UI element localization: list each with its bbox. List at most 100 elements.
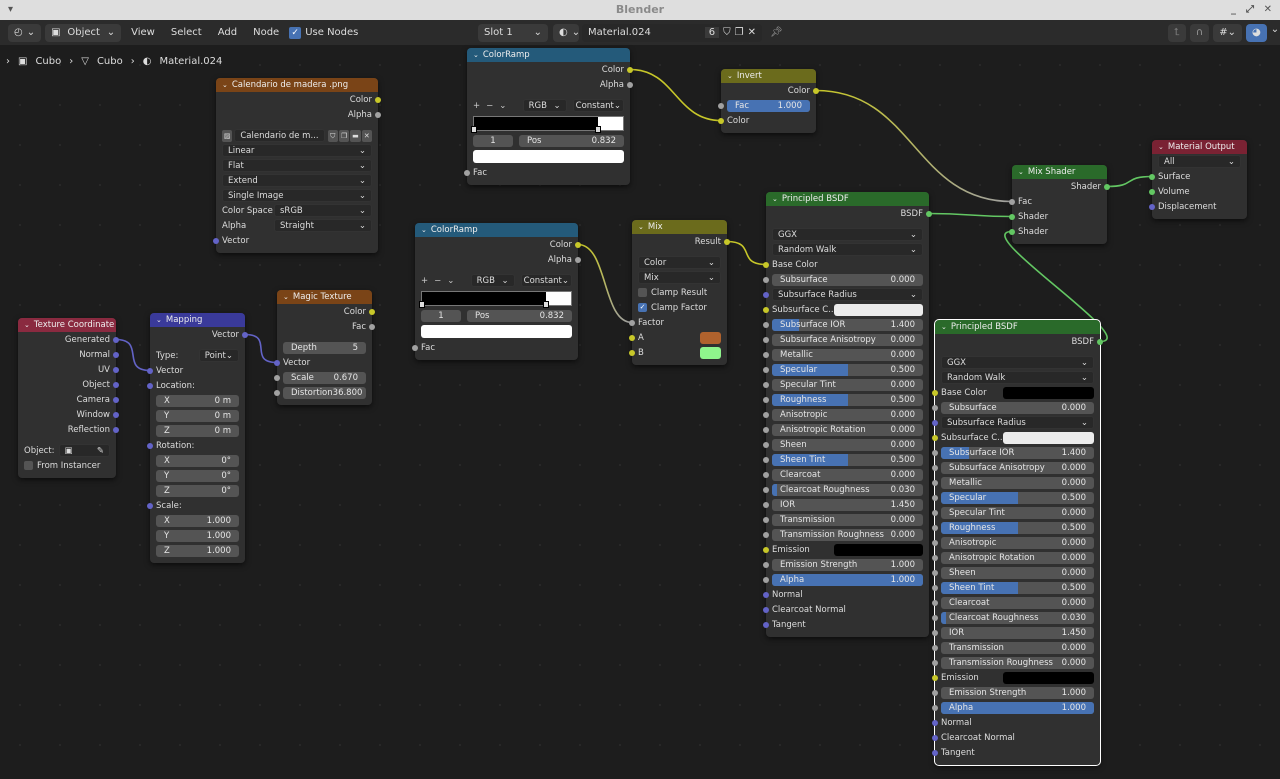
node-header[interactable]: ⌄ Calendario de madera .png [216, 78, 378, 92]
float-socket[interactable] [763, 351, 769, 358]
float-socket[interactable] [932, 404, 938, 411]
number-field[interactable]: Anisotropic 0.000 [772, 408, 923, 421]
vector-socket[interactable] [147, 382, 153, 389]
stop-index-field[interactable]: 1 [473, 134, 513, 147]
number-field[interactable]: Depth 5 [283, 341, 366, 354]
float-socket[interactable] [763, 456, 769, 463]
float-socket[interactable] [932, 584, 938, 591]
float-socket[interactable] [932, 524, 938, 531]
float-socket[interactable] [629, 319, 635, 326]
float-socket[interactable] [627, 81, 633, 88]
remove-stop-icon[interactable]: − [486, 101, 493, 111]
dropdown[interactable]: GGX ⌄ [772, 228, 923, 241]
float-socket[interactable] [932, 659, 938, 666]
number-field[interactable]: Sheen Tint 0.500 [941, 581, 1094, 594]
float-socket[interactable] [763, 441, 769, 448]
vector-socket[interactable] [113, 351, 119, 358]
chevron-down-icon[interactable]: ⌄ [727, 72, 733, 80]
color-socket[interactable] [813, 87, 819, 94]
node-output[interactable]: ⌄ Material Output All ⌄ Surface Volume Displac… [1149, 140, 1247, 219]
float-socket[interactable] [763, 501, 769, 508]
number-field[interactable]: X 1.000 [156, 514, 239, 527]
chevron-down-icon[interactable]: ⌄ [941, 323, 947, 331]
number-field[interactable]: Subsurface 0.000 [772, 273, 923, 286]
shield-icon[interactable]: ⛉ [327, 129, 338, 142]
stop-color-swatch[interactable] [473, 150, 624, 163]
minimize-icon[interactable]: _ [1231, 0, 1236, 20]
eyedropper-icon[interactable]: ✎ [97, 446, 104, 456]
number-field[interactable]: Specular Tint 0.000 [772, 378, 923, 391]
dropdown[interactable]: Subsurface Radius ⌄ [772, 288, 923, 301]
chevron-down-icon[interactable]: ⌄ [283, 293, 289, 301]
float-socket[interactable] [763, 366, 769, 373]
chevron-down-icon[interactable]: ⌄ [1271, 24, 1279, 42]
fake-user-icon[interactable]: ⛉ [723, 27, 731, 38]
node-header[interactable]: ⌄ Principled BSDF [766, 192, 929, 206]
float-socket[interactable] [932, 689, 938, 696]
number-field[interactable]: Distortion 36.800 [283, 386, 366, 399]
vector-socket[interactable] [932, 734, 938, 741]
checkbox[interactable] [638, 288, 647, 297]
float-socket[interactable] [575, 256, 581, 263]
color-socket[interactable] [724, 238, 730, 245]
vector-socket[interactable] [113, 366, 119, 373]
dropdown[interactable]: Color ⌄ [638, 256, 721, 269]
dropdown[interactable]: Mix ⌄ [638, 271, 721, 284]
object-field[interactable]: ▣ ✎ [58, 444, 110, 457]
node-mapping[interactable]: ⌄ Mapping Vector Type: Point ⌄ Vector Location:… [147, 313, 248, 563]
color-mode-select[interactable]: RGB ⌄ [522, 99, 567, 112]
overlay-icon[interactable]: ◕ [1246, 23, 1267, 42]
float-socket[interactable] [763, 276, 769, 283]
number-field[interactable]: Specular Tint 0.000 [941, 506, 1094, 519]
float-socket[interactable] [763, 396, 769, 403]
node-header[interactable]: ⌄ Mix [632, 220, 727, 234]
float-socket[interactable] [932, 449, 938, 456]
vector-socket[interactable] [932, 419, 938, 426]
stop-index-field[interactable]: 1 [421, 309, 461, 322]
editor-type-button[interactable]: ◴ ⌄ [8, 23, 42, 42]
number-field[interactable]: Clearcoat Roughness 0.030 [941, 611, 1094, 624]
chevron-down-icon[interactable]: ⌄ [473, 51, 479, 59]
number-field[interactable]: Emission Strength 1.000 [772, 558, 923, 571]
menu-select[interactable]: Select [165, 27, 208, 38]
node-header[interactable]: ⌄ Mapping [150, 313, 245, 327]
float-socket[interactable] [932, 539, 938, 546]
node-ramp1[interactable]: ⌄ ColorRamp Color Alpha + − ⌄ RGB ⌄ Constant ⌄ 1 Pos… [464, 48, 633, 185]
float-socket[interactable] [932, 509, 938, 516]
color-socket[interactable] [718, 117, 724, 124]
number-field[interactable]: Roughness 0.500 [772, 393, 923, 406]
number-field[interactable]: Sheen 0.000 [772, 438, 923, 451]
number-field[interactable]: Metallic 0.000 [941, 476, 1094, 489]
chevron-down-icon[interactable]: ⌄ [156, 316, 162, 324]
chevron-down-icon[interactable]: ⌄ [421, 226, 427, 234]
vector-socket[interactable] [932, 719, 938, 726]
close-icon[interactable]: ✕ [361, 129, 372, 142]
ramp-menu-icon[interactable]: ⌄ [499, 101, 506, 111]
dropdown[interactable]: Random Walk ⌄ [941, 371, 1094, 384]
vector-socket[interactable] [763, 291, 769, 298]
number-field[interactable]: Metallic 0.000 [772, 348, 923, 361]
float-socket[interactable] [375, 111, 381, 118]
number-field[interactable]: Specular 0.500 [941, 491, 1094, 504]
remove-stop-icon[interactable]: − [434, 276, 441, 286]
dropdown[interactable]: Linear ⌄ [222, 144, 372, 157]
dropdown[interactable]: Flat ⌄ [222, 159, 372, 172]
vector-socket[interactable] [274, 359, 280, 366]
color-socket[interactable] [629, 349, 635, 356]
vector-socket[interactable] [763, 621, 769, 628]
number-field[interactable]: Anisotropic 0.000 [941, 536, 1094, 549]
color-socket[interactable] [932, 674, 938, 681]
number-field[interactable]: Roughness 0.500 [941, 521, 1094, 534]
number-field[interactable]: Z 1.000 [156, 544, 239, 557]
ramp-menu-icon[interactable]: ⌄ [447, 276, 454, 286]
node-header[interactable]: ⌄ Material Output [1152, 140, 1247, 154]
slot-select[interactable]: Slot 1 ⌄ [478, 23, 548, 42]
vector-socket[interactable] [1149, 203, 1155, 210]
shader-socket[interactable] [1149, 173, 1155, 180]
checkbox[interactable] [24, 461, 33, 470]
number-field[interactable]: Z 0° [156, 484, 239, 497]
color-socket[interactable] [627, 66, 633, 73]
float-socket[interactable] [763, 411, 769, 418]
float-socket[interactable] [932, 644, 938, 651]
number-field[interactable]: Transmission 0.000 [941, 641, 1094, 654]
